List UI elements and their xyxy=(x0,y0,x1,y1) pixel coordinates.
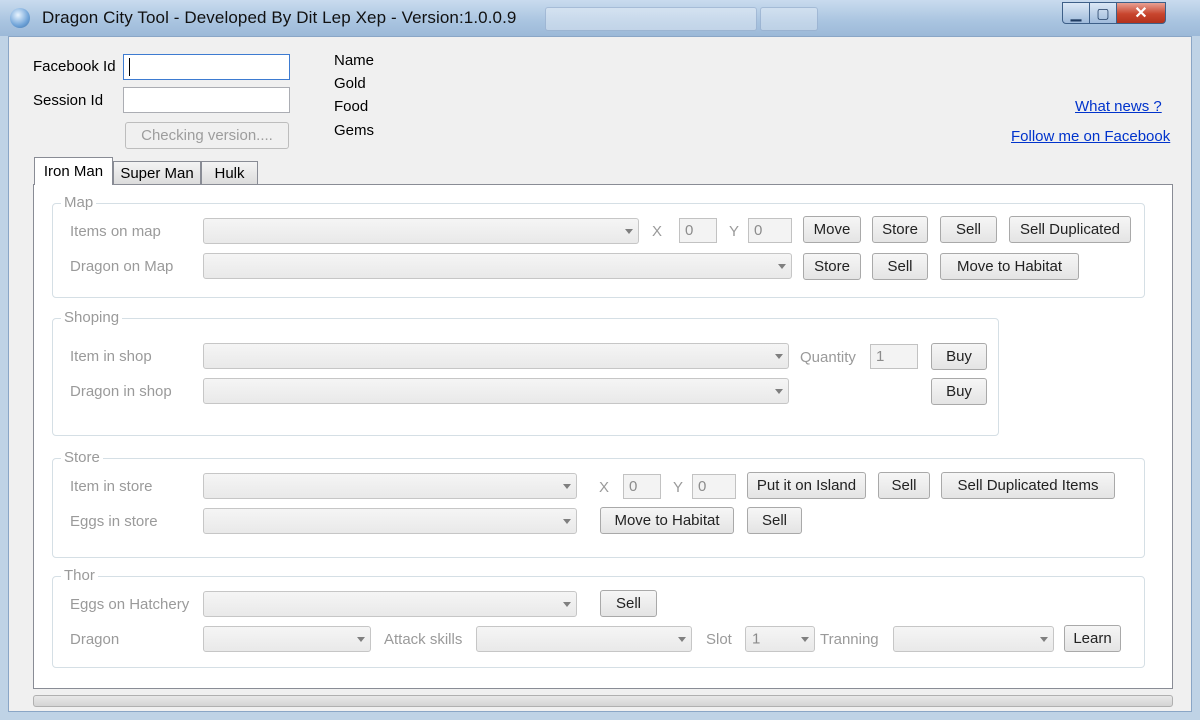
attack-skills-combo[interactable] xyxy=(476,626,692,652)
name-label: Name xyxy=(334,52,375,69)
chevron-down-icon xyxy=(778,264,786,269)
background-taskbar-tab xyxy=(545,7,757,31)
shopping-group-title: Shoping xyxy=(61,309,123,326)
item-in-store-combo[interactable] xyxy=(203,473,577,499)
items-on-map-label: Items on map xyxy=(70,223,161,240)
map-store-button[interactable]: Store xyxy=(872,216,928,243)
map-move-button[interactable]: Move xyxy=(803,216,861,243)
item-in-store-label: Item in store xyxy=(70,478,153,495)
app-icon xyxy=(10,8,30,28)
store-y-label: Y xyxy=(673,479,684,496)
map-sell-button[interactable]: Sell xyxy=(940,216,997,243)
chevron-down-icon xyxy=(563,602,571,607)
text-caret xyxy=(129,58,130,76)
store-eggs-sell-button[interactable]: Sell xyxy=(747,507,802,534)
facebook-id-label: Facebook Id xyxy=(33,58,116,75)
session-id-label: Session Id xyxy=(33,92,104,109)
dragon-combo[interactable] xyxy=(203,626,371,652)
dragon-in-shop-label: Dragon in shop xyxy=(70,383,172,400)
chevron-down-icon xyxy=(563,519,571,524)
map-y-input[interactable]: 0 xyxy=(748,218,792,243)
gold-label: Gold xyxy=(334,75,366,92)
check-version-button[interactable]: Checking version.... xyxy=(125,122,289,149)
eggs-on-hatchery-combo[interactable] xyxy=(203,591,577,617)
attack-skills-label: Attack skills xyxy=(384,631,463,648)
maximize-icon: ▢ xyxy=(1096,4,1110,21)
hatchery-sell-button[interactable]: Sell xyxy=(600,590,657,617)
chevron-down-icon xyxy=(775,354,783,359)
eggs-in-store-combo[interactable] xyxy=(203,508,577,534)
session-id-input[interactable] xyxy=(123,87,290,113)
facebook-id-input[interactable] xyxy=(123,54,290,80)
minimize-button[interactable]: ▁ xyxy=(1062,2,1090,24)
map-dragon-store-button[interactable]: Store xyxy=(803,253,861,280)
quantity-label: Quantity xyxy=(800,349,856,366)
tab-super-man[interactable]: Super Man xyxy=(113,161,201,184)
map-group-title: Map xyxy=(61,194,97,211)
horizontal-scrollbar[interactable] xyxy=(33,695,1173,707)
items-on-map-combo[interactable] xyxy=(203,218,639,244)
dragon-label: Dragon xyxy=(70,631,120,648)
dragon-on-map-label: Dragon on Map xyxy=(70,258,174,275)
slot-label: Slot xyxy=(706,631,732,648)
gems-label: Gems xyxy=(334,122,375,139)
buy-item-button[interactable]: Buy xyxy=(931,343,987,370)
close-icon: ✕ xyxy=(1134,5,1148,22)
tab-hulk[interactable]: Hulk xyxy=(201,161,258,184)
map-x-label: X xyxy=(652,223,663,240)
background-taskbar-tab xyxy=(760,7,818,31)
training-combo[interactable] xyxy=(893,626,1054,652)
chevron-down-icon xyxy=(775,389,783,394)
store-y-input[interactable]: 0 xyxy=(692,474,736,499)
chevron-down-icon xyxy=(1040,637,1048,642)
store-x-label: X xyxy=(599,479,610,496)
quantity-input[interactable]: 1 xyxy=(870,344,918,369)
window-title: Dragon City Tool - Developed By Dit Lep … xyxy=(42,8,517,27)
minimize-icon: ▁ xyxy=(1070,4,1082,21)
eggs-in-store-label: Eggs in store xyxy=(70,513,158,530)
learn-button[interactable]: Learn xyxy=(1064,625,1121,652)
store-sell-duplicated-items-button[interactable]: Sell Duplicated Items xyxy=(941,472,1115,499)
follow-facebook-link[interactable]: Follow me on Facebook xyxy=(1011,128,1170,145)
map-x-input[interactable]: 0 xyxy=(679,218,717,243)
dragon-in-shop-combo[interactable] xyxy=(203,378,789,404)
whats-new-link[interactable]: What news ? xyxy=(1075,98,1162,115)
slot-combo[interactable]: 1 xyxy=(745,626,815,652)
tab-iron-man[interactable]: Iron Man xyxy=(34,157,113,185)
store-move-to-habitat-button[interactable]: Move to Habitat xyxy=(600,507,734,534)
store-x-input[interactable]: 0 xyxy=(623,474,661,499)
put-on-island-button[interactable]: Put it on Island xyxy=(747,472,866,499)
chevron-down-icon xyxy=(625,229,633,234)
chevron-down-icon xyxy=(563,484,571,489)
close-button[interactable]: ✕ xyxy=(1116,2,1166,24)
slot-value: 1 xyxy=(752,630,761,648)
shopping-group xyxy=(52,318,999,436)
chevron-down-icon xyxy=(678,637,686,642)
maximize-button[interactable]: ▢ xyxy=(1089,2,1117,24)
item-in-shop-combo[interactable] xyxy=(203,343,789,369)
eggs-on-hatchery-label: Eggs on Hatchery xyxy=(70,596,190,613)
map-dragon-sell-button[interactable]: Sell xyxy=(872,253,928,280)
store-group-title: Store xyxy=(61,449,103,466)
dragon-on-map-combo[interactable] xyxy=(203,253,792,279)
item-in-shop-label: Item in shop xyxy=(70,348,152,365)
map-sell-duplicated-button[interactable]: Sell Duplicated xyxy=(1009,216,1131,243)
chevron-down-icon xyxy=(801,637,809,642)
food-label: Food xyxy=(334,98,369,115)
store-sell-button[interactable]: Sell xyxy=(878,472,930,499)
training-label: Tranning xyxy=(820,631,879,648)
thor-group-title: Thor xyxy=(61,567,98,584)
map-move-to-habitat-button[interactable]: Move to Habitat xyxy=(940,253,1079,280)
map-y-label: Y xyxy=(729,223,740,240)
thor-group xyxy=(52,576,1145,668)
buy-dragon-button[interactable]: Buy xyxy=(931,378,987,405)
chevron-down-icon xyxy=(357,637,365,642)
